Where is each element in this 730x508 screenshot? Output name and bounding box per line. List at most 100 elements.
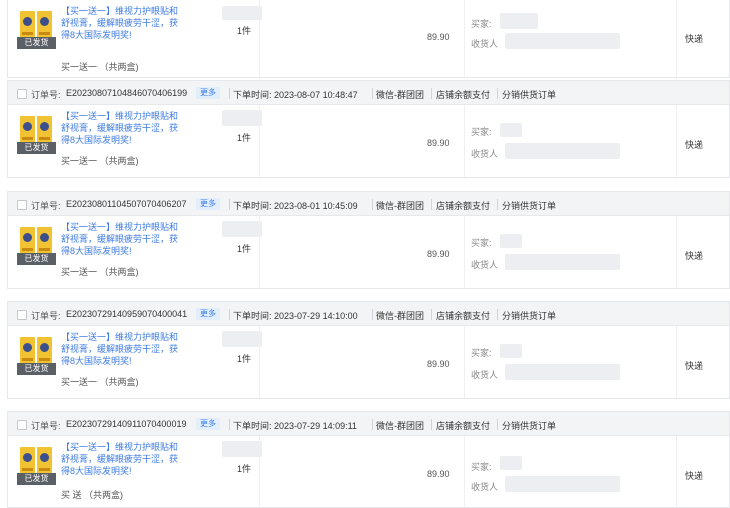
payment-method: 店铺余额支付 — [436, 90, 491, 100]
buyer-label: 买家: — [471, 238, 492, 248]
product-spec: 买一送一 （共两盒) — [61, 156, 139, 166]
more-button[interactable]: 更多 — [196, 87, 220, 99]
divider — [431, 419, 432, 430]
price: 89.90 — [427, 32, 450, 42]
redacted-sku — [222, 6, 262, 20]
column-divider — [259, 326, 260, 398]
product-thumbnail[interactable]: 已发货 — [17, 8, 56, 49]
divider — [229, 309, 230, 320]
more-button[interactable]: 更多 — [196, 418, 220, 430]
order-channel: 微信-群团团 — [376, 421, 424, 431]
quantity: 1件 — [237, 464, 252, 474]
order-select-checkbox[interactable] — [17, 420, 27, 430]
redacted-sku — [222, 331, 262, 347]
product-thumbnail[interactable]: 已发货 — [17, 444, 56, 485]
payment-method: 店铺余额支付 — [436, 311, 491, 321]
product-title-link[interactable]: 【买一送一】维视力护眼贴和舒视膏，缓解眼疲劳干涩，获得8大国际发明奖! — [61, 221, 179, 257]
product-box-image — [37, 227, 52, 256]
order-number: E20230807104846070406199 — [66, 88, 188, 98]
receiver-label: 收货人 — [471, 370, 499, 380]
receiver-label: 收货人 — [471, 260, 499, 270]
order-no-label: 订单号: — [31, 421, 61, 431]
order-channel: 微信-群团团 — [376, 311, 424, 321]
product-spec: 买一送一 （共两盒) — [61, 62, 139, 72]
order-type: 分销供货订单 — [502, 90, 557, 100]
buyer-label: 买家: — [471, 462, 492, 472]
order-body: 已发货 【买一送一】维视力护眼贴和舒视膏，缓解眼疲劳干涩，获得8大国际发明奖! … — [7, 216, 730, 289]
divider — [229, 199, 230, 210]
redacted-sku — [222, 110, 262, 126]
product-box-image — [20, 116, 35, 145]
order-time: 下单时间: 2023-07-29 14:10:00 — [233, 311, 358, 321]
product-title-link[interactable]: 【买一送一】维视力护眼贴和舒视膏，缓解眼疲劳干涩，获得8大国际发明奖! — [61, 5, 179, 41]
product-box-image — [20, 447, 35, 476]
redacted-sku — [222, 221, 262, 237]
column-divider — [676, 105, 677, 177]
order-no-label: 订单号: — [31, 201, 61, 211]
redacted-receiver — [505, 143, 620, 159]
order-select-checkbox[interactable] — [17, 89, 27, 99]
order-number: E20230729140911070400019 — [66, 419, 187, 429]
divider — [229, 88, 230, 99]
product-title-link[interactable]: 【买一送一】维视力护眼贴和舒视膏，缓解眼疲劳干涩，获得8大国际发明奖! — [61, 441, 179, 477]
divider — [497, 309, 498, 320]
order-no-label: 订单号: — [31, 90, 61, 100]
product-thumbnail[interactable]: 已发货 — [17, 334, 56, 375]
divider — [372, 309, 373, 320]
price: 89.90 — [427, 359, 450, 369]
column-divider — [676, 0, 677, 77]
order-select-checkbox[interactable] — [17, 200, 27, 210]
product-title-link[interactable]: 【买一送一】维视力护眼贴和舒视膏，缓解眼疲劳干涩，获得8大国际发明奖! — [61, 110, 179, 146]
product-thumbnail[interactable]: 已发货 — [17, 224, 56, 265]
order-header: 订单号: E20230801104507070406207 更多 下单时间: 2… — [7, 191, 730, 216]
more-button[interactable]: 更多 — [196, 198, 220, 210]
column-divider — [464, 436, 465, 507]
order-header: 订单号: E20230729140911070400019 更多 下单时间: 2… — [7, 411, 730, 436]
shipping-method: 快递 — [685, 471, 704, 481]
order-header: 订单号: E20230807104846070406199 更多 下单时间: 2… — [7, 80, 730, 105]
redacted-receiver — [505, 254, 620, 270]
shipping-method: 快递 — [685, 140, 704, 150]
receiver-label: 收货人 — [471, 149, 499, 159]
redacted-receiver — [505, 364, 620, 380]
product-spec: 买一送一 （共两盒) — [61, 377, 139, 387]
order-time: 下单时间: 2023-07-29 14:09:11 — [233, 421, 357, 431]
product-thumbnail[interactable]: 已发货 — [17, 113, 56, 154]
column-divider — [464, 0, 465, 77]
order-body: 已发货 【买一送一】维视力护眼贴和舒视膏，缓解眼疲劳干涩，获得8大国际发明奖! … — [7, 105, 730, 178]
divider — [372, 88, 373, 99]
buyer-label: 买家: — [471, 19, 492, 29]
divider — [431, 309, 432, 320]
divider — [229, 419, 230, 430]
column-divider — [676, 326, 677, 398]
buyer-label: 买家: — [471, 127, 492, 137]
column-divider — [464, 326, 465, 398]
shipped-badge: 已发货 — [17, 473, 56, 485]
order-channel: 微信-群团团 — [376, 201, 424, 211]
redacted-buyer — [500, 344, 522, 358]
product-box-image — [37, 447, 52, 476]
column-divider — [259, 105, 260, 177]
shipping-method: 快递 — [685, 251, 704, 261]
price: 89.90 — [427, 138, 450, 148]
redacted-sku — [222, 441, 262, 457]
redacted-buyer — [500, 13, 538, 29]
shipped-badge: 已发货 — [17, 142, 56, 154]
order-type: 分销供货订单 — [502, 311, 557, 321]
divider — [497, 88, 498, 99]
product-box-image — [37, 116, 52, 145]
more-button[interactable]: 更多 — [196, 308, 220, 320]
quantity: 1件 — [237, 26, 252, 36]
quantity: 1件 — [237, 244, 252, 254]
divider — [372, 199, 373, 210]
order-select-checkbox[interactable] — [17, 310, 27, 320]
payment-method: 店铺余额支付 — [436, 201, 491, 211]
product-title-link[interactable]: 【买一送一】维视力护眼贴和舒视膏，缓解眼疲劳干涩，获得8大国际发明奖! — [61, 331, 179, 367]
order-number: E20230729140959070400041 — [66, 309, 188, 319]
column-divider — [259, 216, 260, 288]
order-number: E20230801104507070406207 — [66, 199, 187, 209]
redacted-receiver — [505, 476, 620, 492]
product-spec: 买 送 （共两盒) — [61, 490, 123, 500]
product-spec: 买一送一 （共两盒) — [61, 267, 139, 277]
column-divider — [259, 0, 260, 77]
